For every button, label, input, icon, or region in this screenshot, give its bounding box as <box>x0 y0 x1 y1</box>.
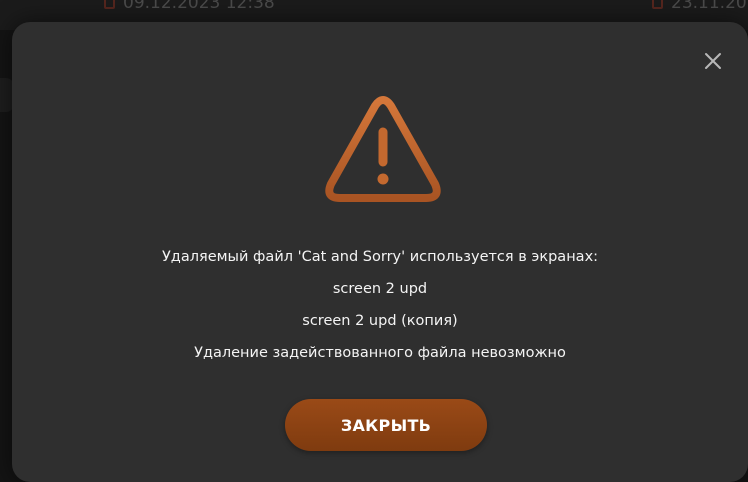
message-line: Удаление задействованного файла невозмож… <box>194 345 566 361</box>
calendar-icon <box>652 0 663 9</box>
close-button[interactable]: ЗАКРЫТЬ <box>285 399 487 451</box>
background-date-right: 23.11.20 <box>652 0 747 13</box>
calendar-icon <box>104 0 115 9</box>
message-line: Удаляемый файл 'Cat and Sorry' используе… <box>161 249 599 265</box>
close-x-icon[interactable] <box>702 50 724 72</box>
background-date-right-text: 23.11.20 <box>671 0 747 13</box>
message-line: screen 2 upd <box>332 281 428 297</box>
warning-dialog: Удаляемый файл 'Cat and Sorry' используе… <box>12 22 748 482</box>
warning-triangle-icon <box>318 92 448 212</box>
background-date-left-text: 09.12.2023 12:38 <box>123 0 275 13</box>
dialog-message: Удаляемый файл 'Cat and Sorry' используе… <box>12 241 748 369</box>
message-line: screen 2 upd (копия) <box>302 313 458 329</box>
background-date-left: 09.12.2023 12:38 <box>104 0 275 13</box>
